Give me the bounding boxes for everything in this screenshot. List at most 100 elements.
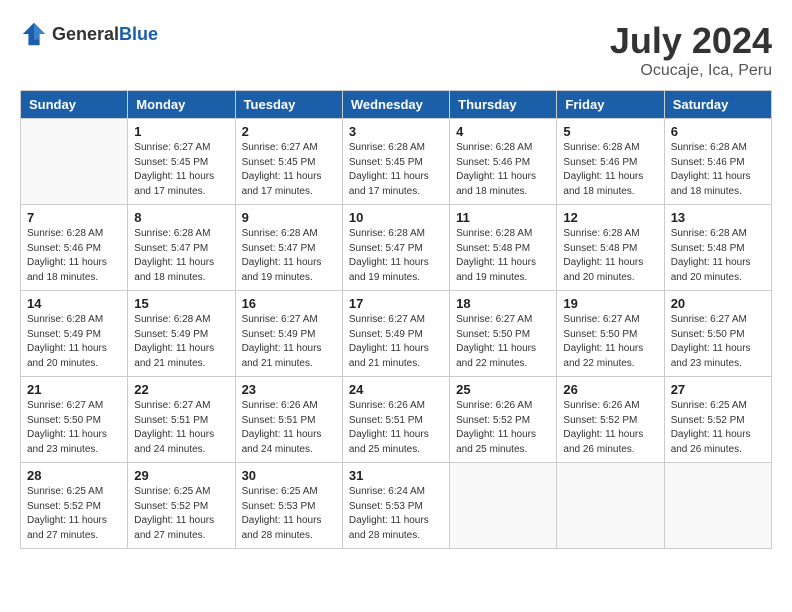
week-row-3: 21 Sunrise: 6:27 AMSunset: 5:50 PMDayligh… [21,377,772,463]
day-info: Sunrise: 6:24 AMSunset: 5:53 PMDaylight:… [349,485,443,543]
day-number: 18 [456,296,550,311]
day-info: Sunrise: 6:28 AMSunset: 5:46 PMDaylight:… [456,141,550,199]
day-cell: 9 Sunrise: 6:28 AMSunset: 5:47 PMDaylight… [235,205,342,291]
day-number: 1 [134,124,228,139]
day-cell: 19 Sunrise: 6:27 AMSunset: 5:50 PMDayligh… [557,291,664,377]
day-cell: 6 Sunrise: 6:28 AMSunset: 5:46 PMDaylight… [664,119,771,205]
day-info: Sunrise: 6:25 AMSunset: 5:52 PMDaylight:… [134,485,228,543]
header-cell-saturday: Saturday [664,91,771,119]
day-number: 5 [563,124,657,139]
header-cell-tuesday: Tuesday [235,91,342,119]
day-info: Sunrise: 6:28 AMSunset: 5:48 PMDaylight:… [456,227,550,285]
day-info: Sunrise: 6:27 AMSunset: 5:45 PMDaylight:… [242,141,336,199]
logo-icon [20,20,48,48]
day-cell: 20Sunrise: 6:27 AMSunset: 5:50 PMDayligh… [664,291,771,377]
day-cell: 8 Sunrise: 6:28 AMSunset: 5:47 PMDaylight… [128,205,235,291]
day-cell: 18 Sunrise: 6:27 AMSunset: 5:50 PMDayligh… [450,291,557,377]
day-info: Sunrise: 6:28 AMSunset: 5:49 PMDaylight:… [134,313,228,371]
day-cell [557,463,664,549]
day-info: Sunrise: 6:28 AMSunset: 5:47 PMDaylight:… [242,227,336,285]
logo: GeneralBlue [20,20,158,48]
logo-blue: Blue [119,24,158,44]
day-number: 26 [563,382,657,397]
day-cell: 14 Sunrise: 6:28 AMSunset: 5:49 PMDayligh… [21,291,128,377]
day-number: 15 [134,296,228,311]
day-number: 12 [563,210,657,225]
day-number: 17 [349,296,443,311]
day-number: 31 [349,468,443,483]
header-cell-friday: Friday [557,91,664,119]
day-info: Sunrise: 6:28 AMSunset: 5:46 PMDaylight:… [671,141,765,199]
week-row-4: 28 Sunrise: 6:25 AMSunset: 5:52 PMDayligh… [21,463,772,549]
day-cell [450,463,557,549]
day-number: 10 [349,210,443,225]
day-cell [664,463,771,549]
day-info: Sunrise: 6:26 AMSunset: 5:51 PMDaylight:… [242,399,336,457]
calendar-table: SundayMondayTuesdayWednesdayThursdayFrid… [20,90,772,549]
day-cell: 24 Sunrise: 6:26 AMSunset: 5:51 PMDayligh… [342,377,449,463]
day-number: 21 [27,382,121,397]
logo-general: General [52,24,119,44]
page-header: GeneralBlue July 2024 Ocucaje, Ica, Peru [20,20,772,80]
header-cell-monday: Monday [128,91,235,119]
day-cell: 21 Sunrise: 6:27 AMSunset: 5:50 PMDayligh… [21,377,128,463]
day-number: 11 [456,210,550,225]
day-cell: 15 Sunrise: 6:28 AMSunset: 5:49 PMDayligh… [128,291,235,377]
header-cell-wednesday: Wednesday [342,91,449,119]
day-cell: 12 Sunrise: 6:28 AMSunset: 5:48 PMDayligh… [557,205,664,291]
day-cell: 26 Sunrise: 6:26 AMSunset: 5:52 PMDayligh… [557,377,664,463]
day-cell: 3 Sunrise: 6:28 AMSunset: 5:45 PMDaylight… [342,119,449,205]
day-number: 9 [242,210,336,225]
day-info: Sunrise: 6:26 AMSunset: 5:51 PMDaylight:… [349,399,443,457]
day-number: 20 [671,296,765,311]
day-info: Sunrise: 6:27 AMSunset: 5:49 PMDaylight:… [349,313,443,371]
day-info: Sunrise: 6:27 AMSunset: 5:45 PMDaylight:… [134,141,228,199]
day-number: 2 [242,124,336,139]
day-cell: 2 Sunrise: 6:27 AMSunset: 5:45 PMDaylight… [235,119,342,205]
day-info: Sunrise: 6:28 AMSunset: 5:49 PMDaylight:… [27,313,121,371]
day-number: 7 [27,210,121,225]
day-number: 4 [456,124,550,139]
header-cell-sunday: Sunday [21,91,128,119]
calendar-header: SundayMondayTuesdayWednesdayThursdayFrid… [21,91,772,119]
day-info: Sunrise: 6:28 AMSunset: 5:46 PMDaylight:… [563,141,657,199]
day-cell: 10 Sunrise: 6:28 AMSunset: 5:47 PMDayligh… [342,205,449,291]
day-cell: 7 Sunrise: 6:28 AMSunset: 5:46 PMDaylight… [21,205,128,291]
day-number: 19 [563,296,657,311]
day-info: Sunrise: 6:28 AMSunset: 5:48 PMDaylight:… [563,227,657,285]
day-info: Sunrise: 6:27 AMSunset: 5:50 PMDaylight:… [563,313,657,371]
day-info: Sunrise: 6:28 AMSunset: 5:45 PMDaylight:… [349,141,443,199]
day-number: 28 [27,468,121,483]
day-cell: 23Sunrise: 6:26 AMSunset: 5:51 PMDayligh… [235,377,342,463]
day-info: Sunrise: 6:28 AMSunset: 5:47 PMDaylight:… [349,227,443,285]
day-number: 3 [349,124,443,139]
day-info: Sunrise: 6:27 AMSunset: 5:50 PMDaylight:… [456,313,550,371]
day-number: 8 [134,210,228,225]
header-row: SundayMondayTuesdayWednesdayThursdayFrid… [21,91,772,119]
day-info: Sunrise: 6:25 AMSunset: 5:52 PMDaylight:… [27,485,121,543]
day-number: 14 [27,296,121,311]
day-info: Sunrise: 6:28 AMSunset: 5:47 PMDaylight:… [134,227,228,285]
header-cell-thursday: Thursday [450,91,557,119]
day-cell: 13Sunrise: 6:28 AMSunset: 5:48 PMDayligh… [664,205,771,291]
location-title: Ocucaje, Ica, Peru [610,62,772,80]
day-cell: 5 Sunrise: 6:28 AMSunset: 5:46 PMDaylight… [557,119,664,205]
day-info: Sunrise: 6:27 AMSunset: 5:50 PMDaylight:… [27,399,121,457]
calendar-body: 1 Sunrise: 6:27 AMSunset: 5:45 PMDaylight… [21,119,772,549]
week-row-2: 14 Sunrise: 6:28 AMSunset: 5:49 PMDayligh… [21,291,772,377]
day-number: 16 [242,296,336,311]
day-info: Sunrise: 6:26 AMSunset: 5:52 PMDaylight:… [563,399,657,457]
day-number: 30 [242,468,336,483]
day-cell: 1 Sunrise: 6:27 AMSunset: 5:45 PMDaylight… [128,119,235,205]
day-number: 24 [349,382,443,397]
day-cell: 25Sunrise: 6:26 AMSunset: 5:52 PMDayligh… [450,377,557,463]
day-cell: 16Sunrise: 6:27 AMSunset: 5:49 PMDayligh… [235,291,342,377]
month-title: July 2024 [610,20,772,62]
day-info: Sunrise: 6:27 AMSunset: 5:51 PMDaylight:… [134,399,228,457]
day-info: Sunrise: 6:28 AMSunset: 5:46 PMDaylight:… [27,227,121,285]
title-area: July 2024 Ocucaje, Ica, Peru [610,20,772,80]
day-number: 29 [134,468,228,483]
day-cell: 29 Sunrise: 6:25 AMSunset: 5:52 PMDayligh… [128,463,235,549]
day-number: 6 [671,124,765,139]
day-info: Sunrise: 6:25 AMSunset: 5:52 PMDaylight:… [671,399,765,457]
